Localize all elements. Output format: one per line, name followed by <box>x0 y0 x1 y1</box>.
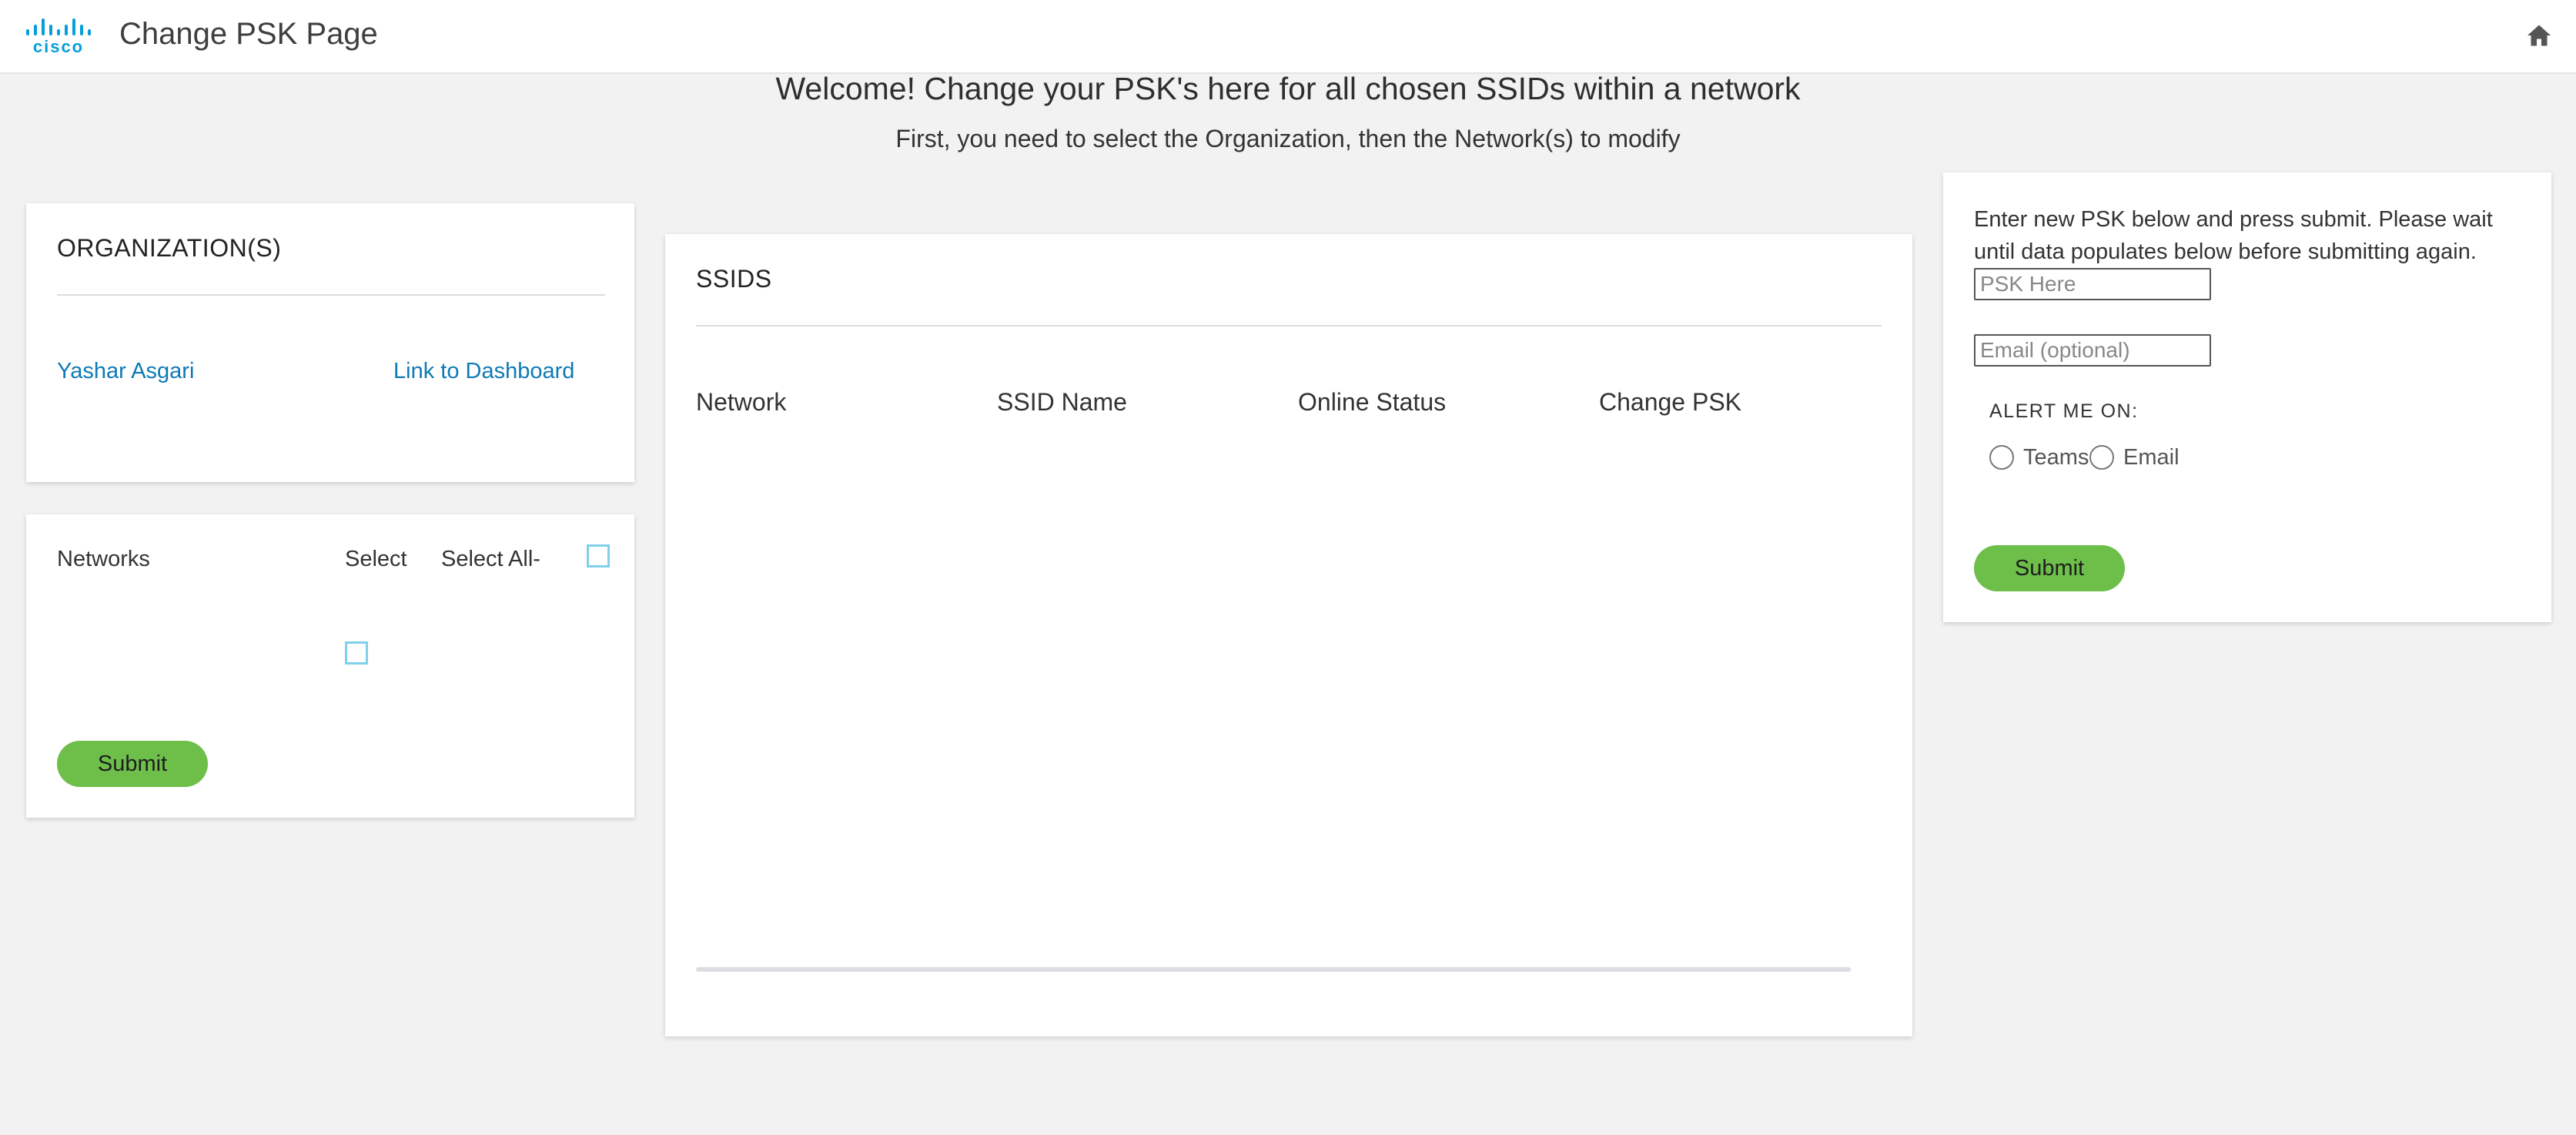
psk-instructions: Enter new PSK below and press submit. Pl… <box>1974 207 2493 264</box>
welcome-heading: Welcome! Change your PSK's here for all … <box>775 71 1801 106</box>
home-icon[interactable] <box>2525 22 2553 49</box>
psk-submit-button[interactable]: Submit <box>1974 545 2125 591</box>
cisco-logo-bars <box>26 18 91 35</box>
psk-input[interactable] <box>1974 268 2211 300</box>
email-field[interactable] <box>1974 334 2211 367</box>
ssids-column-online-status: Online Status <box>1298 388 1447 416</box>
organizations-title: ORGANIZATION(S) <box>57 234 282 262</box>
teams-radio-label: Teams <box>2023 445 2089 470</box>
select-column-header: Select <box>345 547 407 571</box>
page-title: Change PSK Page <box>119 17 378 51</box>
teams-radio[interactable] <box>1989 445 2014 470</box>
email-radio[interactable] <box>2089 445 2114 470</box>
networks-card: Networks Select Select All- Submit <box>26 514 634 818</box>
cisco-logo-text: cisco <box>32 37 85 56</box>
select-all-label: Select All- <box>441 547 540 571</box>
alert-me-on-label: ALERT ME ON: <box>1989 400 2139 422</box>
networks-submit-button[interactable]: Submit <box>57 741 208 787</box>
ssids-column-ssid-name: SSID Name <box>997 388 1127 416</box>
ssids-column-network: Network <box>696 388 787 416</box>
organizations-card: ORGANIZATION(S) Yashar Asgari Link to Da… <box>26 203 634 482</box>
network-select-checkbox[interactable] <box>345 641 368 665</box>
ssids-title: SSIDS <box>696 265 772 293</box>
organizations-divider <box>57 294 605 296</box>
cisco-logo: cisco <box>26 18 91 56</box>
email-radio-label: Email <box>2123 445 2180 470</box>
ssids-horizontal-scrollbar[interactable] <box>696 967 1851 972</box>
psk-form-card: Enter new PSK below and press submit. Pl… <box>1943 172 2551 622</box>
ssids-card: SSIDS Network SSID Name Online Status Ch… <box>665 234 1912 1036</box>
organization-link-yashar-asgari[interactable]: Yashar Asgari <box>57 359 194 384</box>
ssids-column-change-psk: Change PSK <box>1599 388 1742 416</box>
welcome-instructions: First, you need to select the Organizati… <box>895 125 1681 152</box>
networks-column-header: Networks <box>57 547 150 571</box>
ssids-divider <box>696 325 1882 326</box>
app-header: cisco Change PSK Page <box>0 0 2576 74</box>
select-all-checkbox[interactable] <box>587 544 610 568</box>
dashboard-link[interactable]: Link to Dashboard <box>393 359 574 384</box>
